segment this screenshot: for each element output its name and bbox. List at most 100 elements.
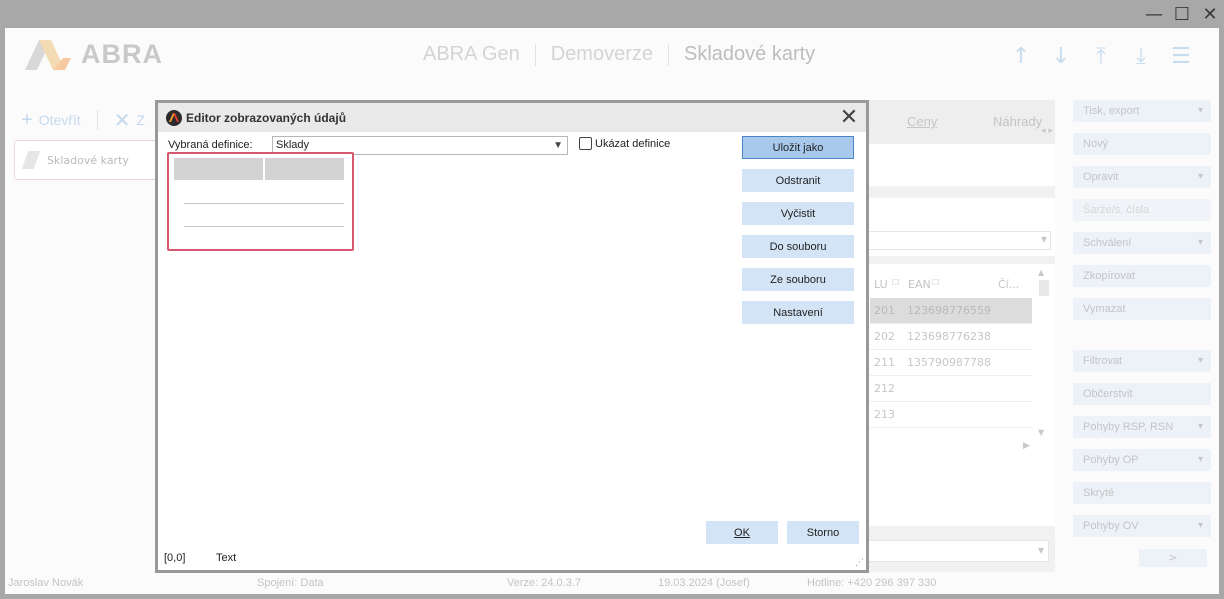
- action-edit[interactable]: Opravit ▾: [1073, 166, 1211, 188]
- cancel-button[interactable]: Storno: [787, 521, 859, 544]
- close-icon: ✕: [113, 109, 131, 132]
- dialog-title: Editor zobrazovaných údajů: [186, 110, 347, 125]
- action-movements-ov[interactable]: Pohyby OV ▾: [1073, 515, 1211, 537]
- cell: 212: [874, 382, 895, 395]
- table-row[interactable]: 201 123698776559: [870, 298, 1032, 324]
- action-hidden[interactable]: Skryté: [1073, 482, 1211, 504]
- layout-preview[interactable]: [167, 152, 354, 251]
- scroll-thumb[interactable]: [1039, 280, 1049, 296]
- grid-vertical-scrollbar[interactable]: ▲ ▼: [1036, 268, 1050, 440]
- column-header[interactable]: LU: [874, 278, 888, 291]
- menu-icon[interactable]: ☰: [1161, 41, 1201, 71]
- tab-skladove-karty[interactable]: Skladové karty: [14, 140, 164, 180]
- action-movements-op[interactable]: Pohyby OP ▾: [1073, 449, 1211, 471]
- more-actions-button[interactable]: >: [1139, 549, 1207, 567]
- action-movements-rsp[interactable]: Pohyby RSP, RSN ▾: [1073, 416, 1211, 438]
- remove-button[interactable]: Odstranit: [742, 169, 854, 192]
- action-label: Tisk, export: [1083, 105, 1140, 117]
- to-file-button[interactable]: Do souboru: [742, 235, 854, 258]
- checkbox-box[interactable]: [579, 137, 592, 150]
- ok-button[interactable]: OK: [706, 521, 778, 544]
- clear-button[interactable]: Vyčistit: [742, 202, 854, 225]
- action-copy[interactable]: Zkopírovat: [1073, 265, 1211, 287]
- cell: 213: [874, 408, 895, 421]
- dialog-body: Vybraná definice: Sklady ▼ Ukázat defini…: [158, 132, 866, 570]
- bottom-combo[interactable]: [865, 540, 1049, 562]
- action-label: Schválení: [1083, 237, 1132, 249]
- close-window-button[interactable]: ✕: [1196, 2, 1224, 26]
- action-print-export[interactable]: Tisk, export ▾: [1073, 100, 1211, 122]
- abra-logo: ABRA: [25, 39, 163, 70]
- tab-ceny[interactable]: Ceny: [907, 114, 937, 129]
- breadcrumb: ABRA Gen Demoverze Skladové karty: [423, 43, 815, 66]
- cell: 202: [874, 330, 895, 343]
- preview-header: [174, 158, 344, 180]
- breadcrumb-item[interactable]: ABRA Gen: [423, 43, 520, 66]
- definition-value: Sklady: [276, 139, 310, 151]
- action-delete[interactable]: Vymazat: [1073, 298, 1211, 320]
- scroll-up-icon[interactable]: ▲: [1038, 268, 1044, 277]
- logo-text: ABRA: [81, 39, 163, 69]
- table-row[interactable]: 212: [870, 376, 1032, 402]
- save-as-button[interactable]: Uložit jako: [742, 136, 854, 159]
- status-version: Verze: 24.0.3.7: [507, 577, 581, 589]
- column-header[interactable]: EAN: [908, 278, 931, 291]
- ok-label: OK: [734, 526, 750, 539]
- action-refresh[interactable]: Občerstvit: [1073, 383, 1211, 405]
- dropdown-arrow-icon: ▾: [1197, 237, 1203, 248]
- maximize-button[interactable]: ☐: [1168, 2, 1196, 26]
- action-label: Skryté: [1083, 487, 1115, 499]
- resize-grip-icon[interactable]: ⋰: [855, 558, 864, 568]
- arrow-first-icon[interactable]: ⤒: [1081, 41, 1121, 71]
- action-filter[interactable]: Filtrovat ▾: [1073, 350, 1211, 372]
- column-checkbox-icon[interactable]: ☐: [932, 278, 939, 287]
- table-row[interactable]: 213: [870, 402, 1032, 428]
- scroll-down-icon[interactable]: ▼: [1038, 428, 1044, 437]
- display-editor-dialog: Editor zobrazovaných údajů ✕ Vybraná def…: [155, 100, 869, 573]
- show-definitions-checkbox[interactable]: Ukázat definice: [579, 137, 670, 150]
- breadcrumb-separator: [667, 43, 669, 66]
- cell: 123698776559: [907, 304, 991, 317]
- open-button[interactable]: + Otevřít: [21, 109, 81, 132]
- tab-label: Skladové karty: [47, 153, 129, 167]
- dialog-close-button[interactable]: ✕: [836, 104, 862, 130]
- cursor-position: [0,0]: [164, 552, 186, 564]
- action-approval[interactable]: Schválení ▾: [1073, 232, 1211, 254]
- action-label: Vymazat: [1083, 303, 1126, 315]
- action-label: Zkopírovat: [1083, 270, 1135, 282]
- cell: 135790987788: [907, 356, 991, 369]
- close-label: Z: [136, 112, 146, 128]
- column-checkbox-icon[interactable]: ☐: [892, 278, 899, 287]
- app-header: ABRA ABRA Gen Demoverze Skladové karty ↑…: [5, 28, 1219, 83]
- minimize-button[interactable]: —: [1140, 2, 1168, 26]
- breadcrumb-item[interactable]: Demoverze: [551, 43, 653, 66]
- table-row[interactable]: 202 123698776238: [870, 324, 1032, 350]
- table-row[interactable]: 211 135790987788: [870, 350, 1032, 376]
- settings-button[interactable]: Nastavení: [742, 301, 854, 324]
- tab-icon: [21, 151, 41, 169]
- from-file-button[interactable]: Ze souboru: [742, 268, 854, 291]
- action-new[interactable]: Nový: [1073, 133, 1211, 155]
- arrow-down-icon[interactable]: ↓: [1041, 41, 1081, 71]
- arrow-last-icon[interactable]: ⤓: [1121, 41, 1161, 71]
- column-header[interactable]: Čí...: [998, 278, 1019, 291]
- close-tab-button[interactable]: ✕ Z: [114, 108, 145, 133]
- action-label: Pohyby OV: [1083, 520, 1139, 532]
- status-connection: Spojení: Data: [257, 577, 324, 589]
- filter-combo[interactable]: [867, 231, 1051, 250]
- action-label: Filtrovat: [1083, 355, 1123, 367]
- action-label: Šarže/s. čísla: [1083, 204, 1150, 216]
- tab-nahrady[interactable]: Náhrady: [993, 114, 1042, 129]
- action-batches[interactable]: Šarže/s. čísla: [1073, 199, 1211, 221]
- plus-icon: +: [21, 108, 33, 131]
- page-title: Skladové karty: [683, 43, 816, 65]
- open-label: Otevřít: [38, 112, 81, 128]
- preview-line: [184, 226, 344, 227]
- arrow-up-icon[interactable]: ↑: [1001, 41, 1041, 71]
- action-label: Pohyby RSP, RSN: [1083, 421, 1174, 433]
- cell: 211: [874, 356, 895, 369]
- dialog-titlebar[interactable]: Editor zobrazovaných údajů ✕: [158, 103, 866, 132]
- dropdown-arrow-icon: ▾: [1197, 454, 1203, 465]
- scroll-right-icon[interactable]: ▶: [1023, 441, 1030, 451]
- tab-scroll-arrows-icon[interactable]: ◂ ▸: [1041, 126, 1053, 136]
